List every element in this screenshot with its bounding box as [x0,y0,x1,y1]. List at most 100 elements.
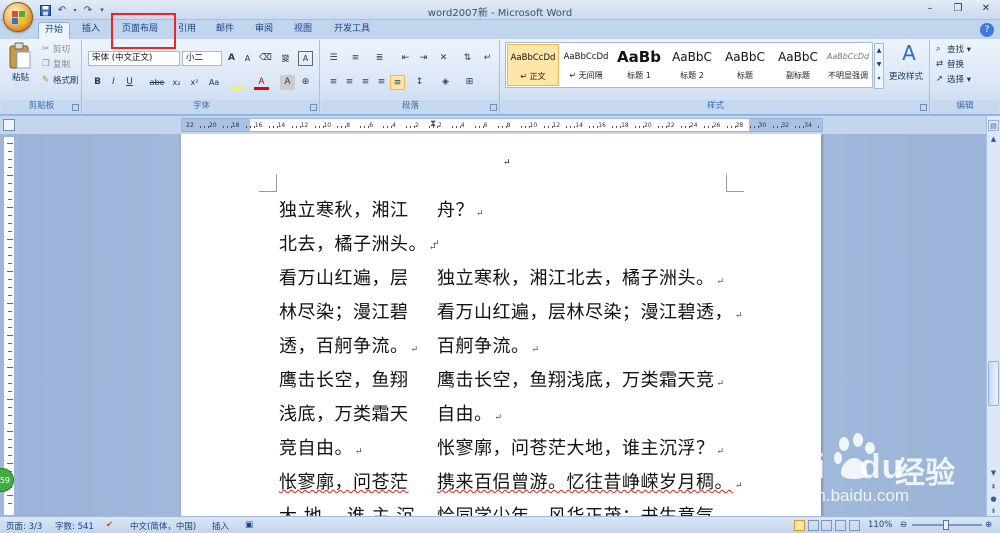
align-right-icon[interactable]: ≡ [358,75,373,90]
scroll-up-icon[interactable]: ▲ [988,134,999,145]
page-indicator[interactable]: 页面: 3/3 [6,520,42,532]
tab-references[interactable]: 引用 [172,22,202,39]
style-normal[interactable]: AaBbCcDd ↵ 正文 [507,44,559,86]
tab-view[interactable]: 视图 [288,22,318,39]
change-styles-label[interactable]: 更改样式 [889,70,923,82]
replace-button[interactable]: ⇄ 替换 [936,58,964,70]
shrink-font-button[interactable]: A [240,51,255,66]
tab-review[interactable]: 审阅 [249,22,279,39]
print-layout-icon[interactable] [794,520,805,531]
style-no-spacing[interactable]: AaBbCcDd ↵ 无间隔 [560,44,612,86]
phonetic-guide-button[interactable]: 變 [278,51,293,66]
bullets-icon[interactable]: ☰ [326,51,341,66]
highlight-color-icon[interactable] [230,75,245,90]
insert-mode[interactable]: 插入 [212,520,229,532]
office-button[interactable] [3,2,33,32]
style-subtle-emphasis[interactable]: AaBbCcDd 不明显强调 [824,44,872,86]
proofing-icon[interactable]: ✔ [106,520,113,530]
align-left-icon[interactable]: ≡ [326,75,341,90]
paste-icon[interactable] [8,42,36,74]
line-spacing-icon[interactable]: ↕ [412,75,427,90]
format-painter-button[interactable]: ✎ 格式刷 [42,74,79,86]
language-indicator[interactable]: 中文(简体，中国) [130,520,196,532]
clear-format-button[interactable]: ⌫ [258,51,273,66]
vertical-ruler[interactable] [3,136,15,516]
vertical-scrollbar[interactable]: ▤ ▲ ▼ ⇞ ● ⇟ [986,116,1000,516]
style-title[interactable]: AaBbC 标题 [719,44,771,86]
find-button[interactable]: ⌕ 查找 ▾ [936,43,971,55]
distributed-icon[interactable]: ≡ [390,75,405,90]
zoom-in-icon[interactable]: ⊕ [985,520,992,530]
font-name-box[interactable]: 宋体 (中文正文) [88,51,180,66]
clipboard-dialog-launcher[interactable] [72,104,79,111]
multilevel-list-icon[interactable]: ≣ [372,51,387,66]
decrease-indent-icon[interactable]: ⇤ [398,51,413,66]
select-button[interactable]: ➚ 选择 ▾ [936,73,971,85]
font-color-icon[interactable]: A [254,75,269,90]
ruler-toggle-icon[interactable]: ▤ [988,120,999,131]
zoom-level[interactable]: 110% [868,520,892,530]
shading-icon[interactable]: ◈ [438,75,453,90]
zoom-slider-knob[interactable] [943,520,949,530]
tab-insert[interactable]: 插入 [76,22,106,39]
sort-icon[interactable]: ⇅ [460,51,475,66]
grow-font-button[interactable]: A [224,51,239,66]
style-heading-1[interactable]: AaBb 标题 1 [613,44,665,86]
font-dialog-launcher[interactable] [310,104,317,111]
style-heading-2[interactable]: AaBbC 标题 2 [666,44,718,86]
bold-button[interactable]: B [90,75,105,90]
tab-developer[interactable]: 开发工具 [328,22,376,39]
style-gallery-scroll[interactable]: ▲ ▼ ▾ [874,43,884,89]
underline-button[interactable]: U [122,75,137,90]
strikethrough-button[interactable]: abe [148,75,166,90]
close-button[interactable]: ✕ [972,0,1000,18]
zoom-out-icon[interactable]: ⊖ [900,520,907,530]
full-screen-reading-icon[interactable] [807,520,819,531]
char-border-button[interactable]: A [298,51,313,66]
enclose-char-icon[interactable]: ⊕ [298,75,313,90]
prev-page-icon[interactable]: ⇞ [988,482,999,493]
cut-button[interactable]: ✂ 剪切 [42,43,70,55]
ruler-tick-label: 18 [621,122,629,129]
restore-button[interactable]: ❐ [944,0,972,18]
char-shading-button[interactable]: A [280,75,295,90]
help-icon[interactable]: ? [980,23,994,37]
italic-button[interactable]: I [106,75,121,90]
font-size-box[interactable]: 小二 [182,51,222,66]
subscript-button[interactable]: x₂ [169,75,184,90]
macro-record-icon[interactable]: ▣ [245,520,253,530]
view-buttons[interactable] [794,520,860,533]
ruler-minor-tick [383,126,385,128]
show-marks-icon[interactable]: ↵ [480,51,495,66]
styles-dialog-launcher[interactable] [920,104,927,111]
paste-label[interactable]: 粘贴 [12,71,29,83]
align-center-icon[interactable]: ≡ [342,75,357,90]
change-styles-icon[interactable]: A [895,41,923,67]
style-subtitle[interactable]: AaBbC 副标题 [772,44,824,86]
change-case-button[interactable]: Aa [205,75,223,90]
horizontal-ruler[interactable]: 22 20 18 16 14 12 10 8 6 4 2 2 4 6 8 10 12 14 16 18 20 22 24 26… [181,118,823,132]
numbering-icon[interactable]: ≡ [348,51,363,66]
draft-icon[interactable] [848,520,860,531]
paragraph-dialog-launcher[interactable] [490,104,497,111]
tab-selector[interactable] [3,119,15,131]
borders-icon[interactable]: ⊞ [462,75,477,90]
scroll-thumb[interactable] [988,361,999,406]
browse-object-icon[interactable]: ● [988,494,999,505]
justify-icon[interactable]: ≡ [374,75,389,90]
copy-button[interactable]: ❐ 复制 [42,58,70,70]
increase-indent-icon[interactable]: ⇥ [416,51,431,66]
document-page[interactable]: ↵ 独立寒秋，湘江 北去，橘子洲头。 ↵ 看万山红遍，层 林尽染；漫江碧 透，百舸争流。 ↵… [181,134,821,516]
highlight-box [111,13,176,49]
scroll-down-icon[interactable]: ▼ [988,468,999,479]
ruler-tick-label: 8 [506,122,511,129]
tab-mailings[interactable]: 邮件 [210,22,240,39]
minimize-button[interactable]: – [916,0,944,18]
tab-home[interactable]: 开始 [38,22,70,39]
outline-icon[interactable] [835,520,847,531]
web-layout-icon[interactable] [821,520,833,531]
superscript-button[interactable]: x² [187,75,202,90]
indent-marker-icon[interactable]: ⧗ [430,119,436,129]
chinese-layout-icon[interactable]: ✕ [436,51,451,66]
word-count[interactable]: 字数: 541 [55,520,94,532]
